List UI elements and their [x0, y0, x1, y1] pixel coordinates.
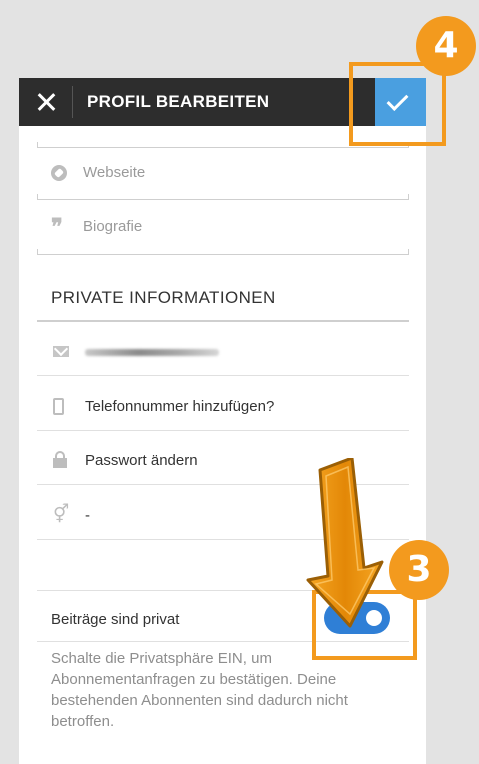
email-value-redacted: [85, 349, 219, 356]
edit-profile-screen: PROFIL BEARBEITEN Webseite ❞ Biografie P…: [19, 78, 426, 764]
mail-icon: [53, 346, 69, 357]
row-divider: [37, 375, 409, 376]
gender-value[interactable]: -: [85, 507, 90, 524]
section-divider: [37, 320, 409, 322]
pointer-arrow-icon: [306, 458, 384, 628]
compass-icon: [51, 165, 67, 181]
close-icon[interactable]: [33, 89, 59, 115]
step-badge-4: 4: [416, 16, 476, 76]
bio-placeholder: Biografie: [83, 218, 143, 235]
lock-icon: [53, 451, 67, 468]
divider: [72, 86, 73, 118]
field-underline: [37, 249, 409, 255]
privacy-label: Beiträge sind privat: [51, 611, 180, 628]
page-title: PROFIL BEARBEITEN: [87, 92, 270, 111]
privacy-description: Schalte die Privatsphäre EIN, um Abonnem…: [51, 650, 348, 730]
add-phone-link[interactable]: Telefonnummer hinzufügen?: [85, 398, 274, 415]
phone-icon: [53, 398, 64, 415]
gender-icon: ⚥: [53, 504, 70, 524]
step-badge-3: 3: [389, 540, 449, 600]
section-title: PRIVATE INFORMATIONEN: [51, 288, 276, 307]
change-password-link[interactable]: Passwort ändern: [85, 452, 198, 469]
website-field[interactable]: Webseite: [37, 148, 409, 200]
highlight-confirm-button: [349, 62, 446, 146]
quote-icon: ❞: [51, 214, 63, 240]
website-placeholder: Webseite: [83, 164, 146, 181]
bio-field[interactable]: ❞ Biografie: [37, 200, 409, 255]
row-divider: [37, 430, 409, 431]
